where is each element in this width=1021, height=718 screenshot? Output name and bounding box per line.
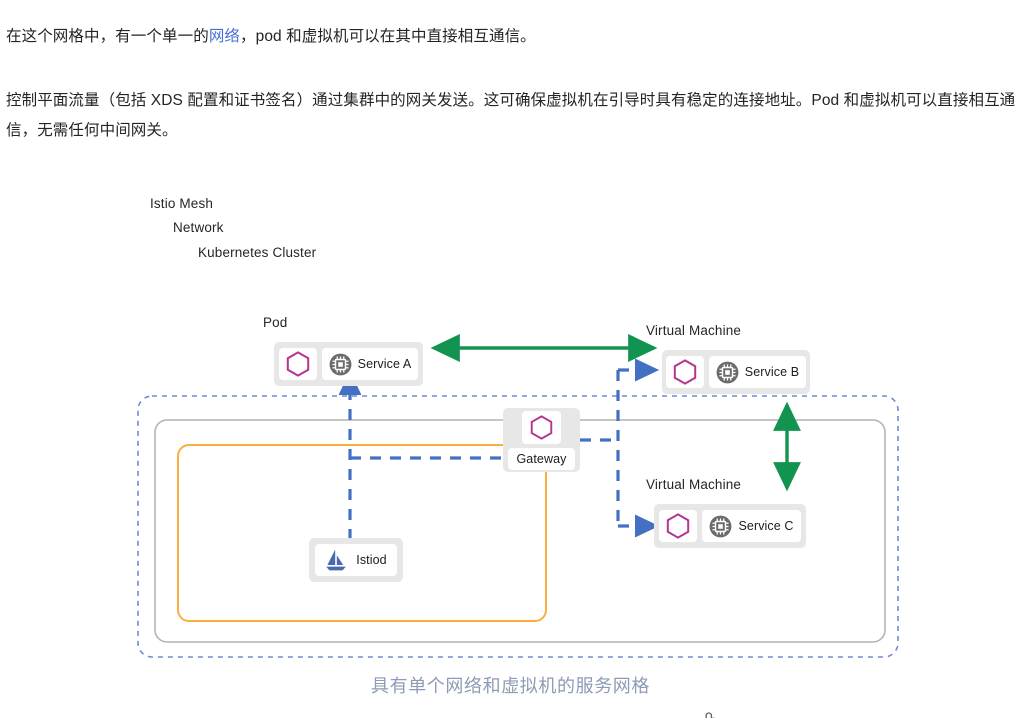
node-label-pod: Pod: [263, 315, 288, 330]
node-vm-b[interactable]: Service B: [662, 350, 810, 394]
envoy-hexagon-icon: [530, 414, 553, 440]
network-link[interactable]: 网络: [209, 28, 240, 45]
paragraph-1: 在这个网格中，有一个单一的网络，pod 和虚拟机可以在其中直接相互通信。: [6, 22, 1016, 52]
vm-c-service-cell: Service C: [702, 510, 801, 542]
paragraph-1-text-after-link: ，pod 和虚拟机可以在其中直接相互通信。: [240, 27, 536, 45]
envoy-hexagon-icon: [286, 351, 309, 377]
vm-c-service-label: Service C: [738, 519, 794, 533]
service-chip-icon: [716, 361, 739, 383]
vm-b-envoy-cell: [665, 356, 704, 388]
zone-kubernetes-cluster-border: [177, 444, 547, 622]
vm-c-envoy-cell: [659, 510, 698, 542]
istio-sailboat-icon: [326, 549, 347, 571]
envoy-hexagon-icon: [673, 359, 696, 385]
node-pod[interactable]: Service A: [274, 342, 423, 386]
service-chip-icon: [710, 515, 732, 537]
istiod-cell: Istiod: [315, 544, 397, 576]
gateway-envoy-cell: [522, 410, 561, 444]
istiod-label: Istiod: [356, 553, 387, 567]
vm-b-service-cell: Service B: [708, 356, 807, 388]
gateway-label: Gateway: [516, 451, 567, 466]
zone-label-kubernetes-cluster: Kubernetes Cluster: [198, 245, 317, 260]
paragraph-1-text-before-link: 在这个网格中，有一个单一的: [6, 27, 209, 45]
node-label-vm-b: Virtual Machine: [646, 323, 742, 338]
paragraph-2: 控制平面流量（包括 XDS 配置和证书签名）通过集群中的网关发送。这可确保虚拟机…: [6, 91, 1016, 139]
node-istiod[interactable]: Istiod: [309, 538, 403, 582]
gateway-label-cell: Gateway: [508, 447, 575, 470]
node-label-vm-c: Virtual Machine: [646, 477, 742, 492]
pod-envoy-cell: [278, 348, 317, 380]
node-gateway[interactable]: Gateway: [503, 408, 580, 472]
vm-b-service-label: Service B: [744, 365, 800, 379]
pod-service-cell: Service A: [321, 348, 419, 380]
zone-label-network: Network: [173, 220, 224, 235]
envoy-hexagon-icon: [667, 513, 690, 539]
pod-service-label: Service A: [357, 357, 412, 371]
zone-label-istio-mesh: Istio Mesh: [150, 196, 214, 211]
istio-mesh-diagram: Istio Mesh Network Kubernetes Cluster Po…: [0, 180, 1021, 718]
node-vm-c[interactable]: Service C: [654, 504, 806, 548]
service-chip-icon: [329, 353, 352, 375]
page-root: 在这个网格中，有一个单一的网络，pod 和虚拟机可以在其中直接相互通信。 控制平…: [0, 0, 1021, 718]
diagram-caption: 具有单个网络和虚拟机的服务网格: [371, 676, 650, 696]
